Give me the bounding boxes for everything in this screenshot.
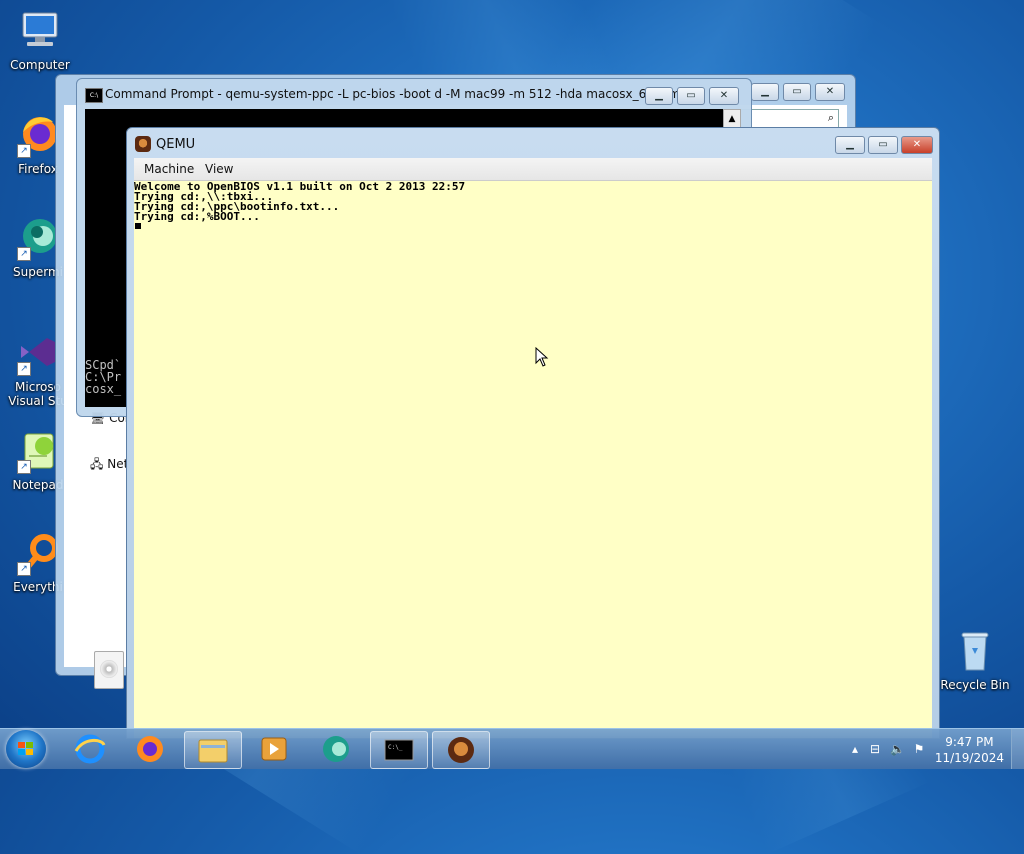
taskbar-firefox[interactable] xyxy=(122,731,178,767)
clock[interactable]: 9:47 PM 11/19/2024 xyxy=(935,734,1004,766)
firefox-icon xyxy=(137,736,163,762)
volume-muted-icon[interactable]: 🔈 xyxy=(890,742,905,756)
close-button[interactable]: ✕ xyxy=(709,87,739,105)
maximize-button[interactable]: ▭ xyxy=(783,83,811,101)
action-center-flag-icon[interactable]: ⚑ xyxy=(912,742,926,756)
media-player-icon xyxy=(261,737,287,761)
taskbar-command-prompt[interactable]: C:\_ xyxy=(370,731,428,769)
openbios-output: Welcome to OpenBIOS v1.1 built on Oct 2 … xyxy=(134,180,466,223)
shortcut-arrow-icon: ↗ xyxy=(17,247,31,261)
taskbar-internet-explorer[interactable] xyxy=(62,731,118,767)
network-icon: 🖧 xyxy=(90,457,104,471)
window-title: QEMU xyxy=(156,137,196,152)
minimize-button[interactable]: ▁ xyxy=(645,87,673,105)
taskbar-qemu[interactable] xyxy=(432,731,490,769)
show-hidden-icons-icon[interactable]: ▴ xyxy=(848,742,862,756)
qemu-icon xyxy=(135,136,151,152)
show-desktop-button[interactable] xyxy=(1011,729,1024,769)
windows-logo-icon xyxy=(18,742,34,756)
qemu-icon xyxy=(448,737,474,763)
supermium-icon xyxy=(323,736,349,762)
scroll-up-arrow[interactable]: ▲ xyxy=(723,109,741,129)
minimize-button[interactable]: ▁ xyxy=(751,83,779,101)
desktop-icon-label: Computer xyxy=(10,58,70,72)
internet-explorer-icon xyxy=(74,734,106,764)
network-icon[interactable]: ⊟ xyxy=(868,742,882,756)
qemu-window[interactable]: QEMU ▁ ▭ ✕ Machine View Welcome to OpenB… xyxy=(126,127,940,739)
shortcut-arrow-icon: ↗ xyxy=(17,144,31,158)
cmd-icon: C:\ xyxy=(85,88,103,103)
maximize-button[interactable]: ▭ xyxy=(677,87,705,105)
cmd-icon: C:\_ xyxy=(384,739,414,761)
clock-time: 9:47 PM xyxy=(945,735,994,749)
computer-icon xyxy=(17,8,63,54)
taskbar-explorer[interactable] xyxy=(184,731,242,769)
desktop-icon-recycle-bin[interactable]: Recycle Bin xyxy=(937,628,1013,692)
clock-date: 11/19/2024 xyxy=(934,751,1004,765)
window-title: Command Prompt - qemu-system-ppc -L pc-b… xyxy=(105,87,692,101)
taskbar-supermium[interactable] xyxy=(308,731,364,767)
menu-bar: Machine View xyxy=(134,158,932,181)
minimize-button[interactable]: ▁ xyxy=(835,136,865,154)
shortcut-arrow-icon: ↗ xyxy=(17,460,31,474)
desktop-icon-label: Recycle Bin xyxy=(940,678,1010,692)
emulator-display[interactable]: Welcome to OpenBIOS v1.1 built on Oct 2 … xyxy=(134,181,932,738)
menu-machine[interactable]: Machine xyxy=(144,162,194,176)
folder-icon xyxy=(198,739,228,763)
shortcut-arrow-icon: ↗ xyxy=(17,562,31,576)
console-text: SCpd` C:\Pr cosx_ xyxy=(85,358,122,396)
search-icon: ⌕ xyxy=(827,111,834,124)
maximize-button[interactable]: ▭ xyxy=(868,136,898,154)
svg-text:C:\_: C:\_ xyxy=(388,744,403,751)
close-button[interactable]: ✕ xyxy=(815,83,845,101)
system-tray: ▴ ⊟ 🔈 ⚑ 9:47 PM 11/19/2024 xyxy=(834,729,1024,769)
menu-view[interactable]: View xyxy=(205,162,233,176)
disc-file-icon[interactable] xyxy=(94,651,124,689)
close-button[interactable]: ✕ xyxy=(901,136,933,154)
taskbar: C:\_ ▴ ⊟ 🔈 ⚑ 9:47 PM 11/19/2024 xyxy=(0,728,1024,769)
recycle-bin-icon xyxy=(952,628,998,674)
mouse-pointer-icon xyxy=(535,347,549,367)
desktop-icon-computer[interactable]: Computer xyxy=(2,8,78,72)
shortcut-arrow-icon: ↗ xyxy=(17,362,31,376)
taskbar-media-player[interactable] xyxy=(246,731,302,767)
text-cursor xyxy=(135,223,141,229)
start-button[interactable] xyxy=(6,730,46,768)
